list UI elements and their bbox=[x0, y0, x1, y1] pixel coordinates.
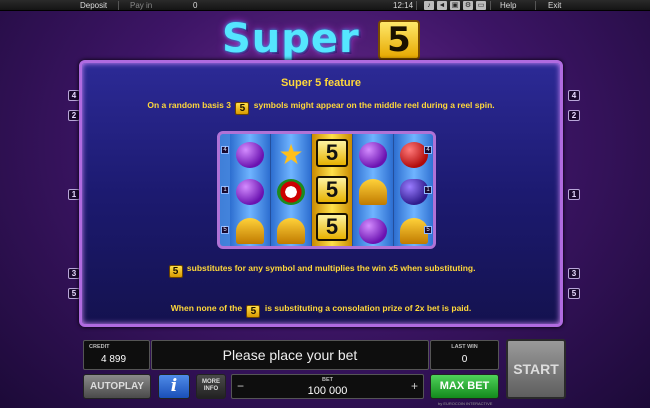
music-icon[interactable]: ♪ bbox=[424, 1, 434, 10]
reel-line-number: 1 bbox=[221, 186, 229, 194]
five-symbol-icon: 5 bbox=[235, 102, 250, 115]
consolation-description: When none of the 5 is substituting a con… bbox=[82, 303, 560, 318]
five-symbol-icon: 5 bbox=[316, 176, 348, 204]
feature-info-panel: Super 5 feature On a random basis 3 5 sy… bbox=[79, 60, 563, 327]
reel-line-number: 5 bbox=[424, 226, 432, 234]
consolation-before-text: When none of the bbox=[170, 303, 243, 313]
reel-line-number: 4 bbox=[424, 146, 432, 154]
reel-3: 5 5 5 bbox=[312, 134, 353, 246]
substitute-description: 5 substitutes for any symbol and multipl… bbox=[82, 263, 560, 278]
feature-description: On a random basis 3 5 symbols might appe… bbox=[82, 100, 560, 115]
last-win-value: 0 bbox=[461, 354, 468, 365]
reel-line-number: 1 bbox=[424, 186, 432, 194]
game-logo: Super 5 bbox=[222, 17, 428, 61]
top-bar: Deposit Pay in 0 12:14 ♪ ◄ ▣ ⚙ ▭ Help Ex… bbox=[0, 0, 650, 11]
autoplay-button[interactable]: AUTOPLAY bbox=[83, 374, 151, 399]
bell-icon bbox=[236, 218, 264, 244]
bet-selector: − BET 100 000 + bbox=[231, 374, 424, 399]
reel-line-number: 4 bbox=[221, 146, 229, 154]
credit-value: 4 899 bbox=[101, 354, 127, 365]
status-message: Please place your bet bbox=[151, 340, 429, 370]
right-line-marker: 2 bbox=[568, 110, 580, 121]
settings-icon[interactable]: ⚙ bbox=[463, 1, 473, 10]
right-line-marker: 4 bbox=[568, 90, 580, 101]
payin-value: 0 bbox=[193, 1, 198, 10]
bet-value: 100 000 bbox=[307, 385, 348, 397]
melon-icon bbox=[277, 179, 305, 205]
credit-display: CREDIT 4 899 bbox=[83, 340, 150, 370]
right-line-marker: 3 bbox=[568, 268, 580, 279]
plum-icon bbox=[236, 179, 264, 205]
help-link[interactable]: Help bbox=[500, 0, 516, 11]
last-win-label: LAST WIN bbox=[451, 344, 478, 350]
deposit-link[interactable]: Deposit bbox=[80, 0, 107, 11]
credit-label: CREDIT bbox=[89, 344, 110, 350]
max-bet-button[interactable]: MAX BET bbox=[430, 374, 499, 399]
start-button[interactable]: START bbox=[506, 339, 566, 399]
screen-icon[interactable]: ▭ bbox=[476, 1, 486, 10]
panel-title: Super 5 feature bbox=[280, 77, 362, 89]
right-line-marker: 5 bbox=[568, 288, 580, 299]
five-symbol-icon: 5 bbox=[168, 265, 183, 278]
right-line-marker: 1 bbox=[568, 189, 580, 200]
five-symbol-icon: 5 bbox=[316, 213, 348, 241]
clock-time: 12:14 bbox=[393, 1, 414, 10]
provider-credit: by EUROCOIN INTERACTIVE bbox=[438, 401, 493, 406]
logo-word: Super bbox=[222, 16, 360, 62]
description-before-text: On a random basis 3 bbox=[147, 100, 231, 110]
payin-label: Pay in bbox=[130, 1, 153, 10]
reel-line-number: 5 bbox=[221, 226, 229, 234]
info-button[interactable]: i bbox=[158, 374, 190, 399]
fullscreen-icon[interactable]: ▣ bbox=[450, 1, 460, 10]
reel-window: ★ 5 5 5 4 1 5 4 1 5 bbox=[217, 131, 436, 249]
description-after-text: symbols might appear on the middle reel … bbox=[253, 100, 495, 110]
consolation-after-text: is substituting a consolation prize of 2… bbox=[264, 303, 472, 313]
substitute-text: substitutes for any symbol and multiplie… bbox=[186, 263, 476, 273]
reel-2: ★ bbox=[271, 134, 312, 246]
plum-icon bbox=[359, 218, 387, 244]
bell-icon bbox=[277, 218, 305, 244]
last-win-display: LAST WIN 0 bbox=[430, 340, 499, 370]
bet-increase-button[interactable]: + bbox=[411, 379, 418, 393]
reel-1 bbox=[230, 134, 271, 246]
five-symbol-icon: 5 bbox=[246, 305, 261, 318]
more-info-button[interactable]: MORE INFO bbox=[196, 374, 226, 399]
star-icon: ★ bbox=[278, 139, 304, 170]
bet-label: BET bbox=[322, 377, 333, 383]
exit-link[interactable]: Exit bbox=[548, 0, 561, 11]
bell-icon bbox=[359, 179, 387, 205]
logo-number: 5 bbox=[378, 20, 420, 60]
five-symbol-icon: 5 bbox=[316, 139, 348, 167]
plum-icon bbox=[359, 142, 387, 168]
plum-icon bbox=[236, 142, 264, 168]
sound-icon[interactable]: ◄ bbox=[437, 1, 447, 10]
reel-4 bbox=[353, 134, 394, 246]
